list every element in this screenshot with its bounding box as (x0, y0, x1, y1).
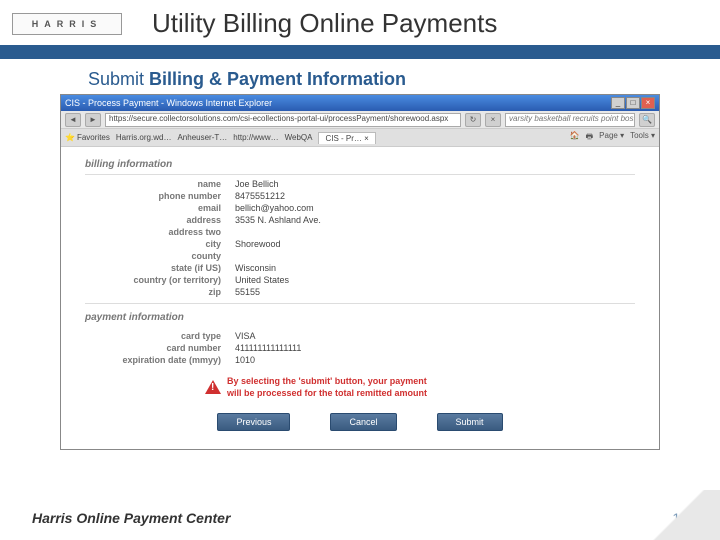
label-exp: expiration date (mmyy) (85, 355, 235, 365)
window-titlebar: CIS - Process Payment - Windows Internet… (61, 95, 659, 111)
tab-link[interactable]: Harris.org.wd… (116, 133, 172, 142)
label-zip: zip (85, 287, 235, 297)
value-address: 3535 N. Ashland Ave. (235, 215, 321, 225)
footer-text: Harris Online Payment Center (32, 510, 230, 526)
close-icon[interactable]: × (641, 97, 655, 109)
value-country: United States (235, 275, 289, 285)
label-country: country (or territory) (85, 275, 235, 285)
nav-toolbar: ◄ ► https://secure.collectorsolutions.co… (61, 111, 659, 129)
tools-menu[interactable]: Tools ▾ (630, 131, 655, 145)
search-icon[interactable]: 🔍 (639, 113, 655, 127)
warning-message: By selecting the 'submit' button, your p… (205, 375, 635, 399)
billing-section-title: billing information (85, 155, 635, 175)
tab-bar: ⭐ Favorites Harris.org.wd… Anheuser-T… h… (61, 129, 659, 147)
label-city: city (85, 239, 235, 249)
tab-link[interactable]: http://www… (233, 133, 278, 142)
window-title-text: CIS - Process Payment - Windows Internet… (65, 98, 272, 108)
print-icon[interactable]: 🖶 (586, 131, 594, 145)
favorites-label[interactable]: ⭐ Favorites (65, 133, 110, 142)
refresh-icon[interactable]: ↻ (465, 113, 481, 127)
label-county: county (85, 251, 235, 261)
browser-window: CIS - Process Payment - Windows Internet… (60, 94, 660, 450)
value-card-number: 411111111111111 (235, 343, 301, 353)
value-city: Shorewood (235, 239, 281, 249)
page-content: billing information nameJoe Bellich phon… (61, 147, 659, 449)
page-corner (640, 490, 720, 540)
warning-line2: will be processed for the total remitted… (227, 387, 427, 399)
label-address2: address two (85, 227, 235, 237)
label-state: state (if US) (85, 263, 235, 273)
value-name: Joe Bellich (235, 179, 279, 189)
maximize-icon[interactable]: □ (626, 97, 640, 109)
previous-button[interactable]: Previous (217, 413, 290, 431)
harris-logo: HARRIS (12, 13, 122, 35)
subtitle-bold: Billing & Payment Information (149, 69, 406, 89)
cancel-button[interactable]: Cancel (330, 413, 396, 431)
label-email: email (85, 203, 235, 213)
value-zip: 55155 (235, 287, 260, 297)
warning-icon (205, 380, 221, 394)
back-button[interactable]: ◄ (65, 113, 81, 127)
divider (85, 303, 635, 304)
header-divider (0, 45, 720, 59)
label-phone: phone number (85, 191, 235, 201)
value-state: Wisconsin (235, 263, 276, 273)
home-icon[interactable]: 🏠 (570, 131, 580, 145)
label-card-type: card type (85, 331, 235, 341)
subtitle: Submit Billing & Payment Information (88, 69, 720, 90)
active-tab[interactable]: CIS - Pr… × (318, 132, 375, 144)
payment-section-title: payment information (85, 308, 635, 327)
value-phone: 8475551212 (235, 191, 285, 201)
tab-link[interactable]: Anheuser-T… (177, 133, 227, 142)
tab-link[interactable]: WebQA (285, 133, 313, 142)
search-input[interactable]: varsity basketball recruits point boster (505, 113, 635, 127)
forward-button[interactable]: ► (85, 113, 101, 127)
label-address: address (85, 215, 235, 225)
warning-line1: By selecting the 'submit' button, your p… (227, 375, 427, 387)
value-card-type: VISA (235, 331, 256, 341)
stop-icon[interactable]: × (485, 113, 501, 127)
page-title: Utility Billing Online Payments (152, 8, 497, 39)
minimize-icon[interactable]: _ (611, 97, 625, 109)
label-card-number: card number (85, 343, 235, 353)
page-menu[interactable]: Page ▾ (599, 131, 624, 145)
value-email: bellich@yahoo.com (235, 203, 314, 213)
browser-tools: 🏠 🖶 Page ▾ Tools ▾ (570, 131, 655, 145)
value-exp: 1010 (235, 355, 255, 365)
submit-button[interactable]: Submit (437, 413, 503, 431)
subtitle-plain: Submit (88, 69, 149, 89)
address-bar[interactable]: https://secure.collectorsolutions.com/cs… (105, 113, 461, 127)
label-name: name (85, 179, 235, 189)
